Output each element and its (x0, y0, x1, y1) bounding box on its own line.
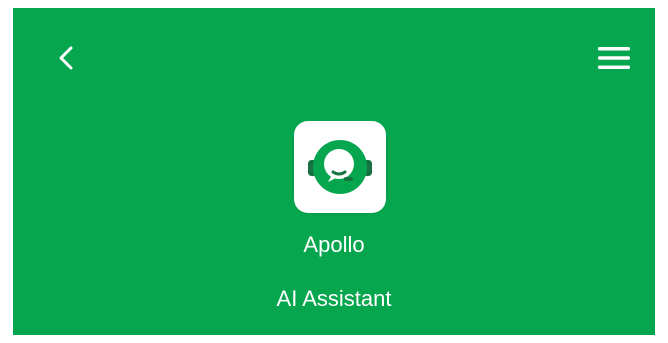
app-subtitle: AI Assistant (276, 286, 392, 311)
app-header: Apollo AI Assistant (13, 8, 655, 335)
back-button[interactable] (53, 43, 79, 73)
hamburger-menu-icon (598, 47, 630, 69)
support-headset-chat-icon (308, 140, 372, 194)
menu-button[interactable] (595, 42, 633, 74)
app-name: Apollo (303, 232, 365, 257)
app-icon (294, 121, 386, 213)
chevron-left-icon (59, 46, 73, 70)
